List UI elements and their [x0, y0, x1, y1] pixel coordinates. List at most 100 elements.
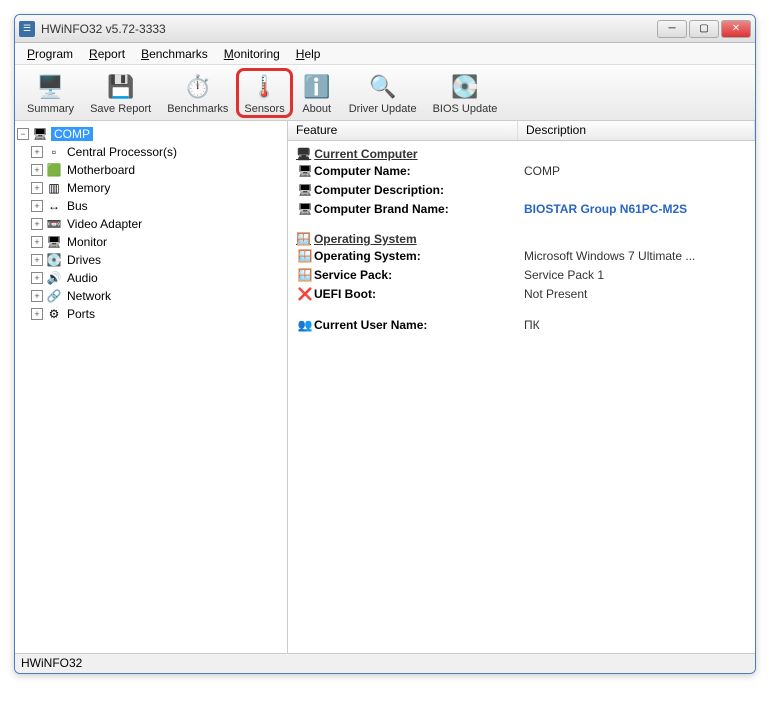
driver-update-button[interactable]: Driver Update	[341, 68, 425, 118]
tree-item-label: Ports	[65, 307, 97, 321]
tree-item-icon: 🖥	[46, 235, 62, 249]
summary-label: Summary	[27, 103, 74, 115]
info-row[interactable]: 🖥Computer Description:	[296, 180, 747, 199]
app-icon	[19, 21, 35, 37]
feature-name: Operating System:	[314, 249, 524, 263]
menu-benchmarks[interactable]: Benchmarks	[133, 45, 216, 63]
expand-icon[interactable]: +	[31, 164, 43, 176]
row-icon: 🪟	[296, 249, 314, 263]
tree-item-memory[interactable]: +▥Memory	[31, 179, 285, 197]
collapse-icon[interactable]: −	[17, 128, 29, 140]
info-row[interactable]: 🖥Computer Brand Name:BIOSTAR Group N61PC…	[296, 199, 747, 218]
tree-item-bus[interactable]: +↔Bus	[31, 197, 285, 215]
row-icon: 🖥	[296, 202, 314, 216]
menu-program[interactable]: Program	[19, 45, 81, 63]
tree-item-monitor[interactable]: +🖥Monitor	[31, 233, 285, 251]
info-row[interactable]: 🖥Computer Name:COMP	[296, 161, 747, 180]
info-row[interactable]: ❌UEFI Boot:Not Present	[296, 284, 747, 303]
tree-item-icon: ↔	[46, 199, 62, 213]
maximize-button[interactable]: ▢	[689, 20, 719, 38]
feature-value: COMP	[524, 164, 747, 178]
tree-item-label: Central Processor(s)	[65, 145, 179, 159]
feature-name: Computer Name:	[314, 164, 524, 178]
expand-icon[interactable]: +	[31, 236, 43, 248]
tree-item-icon: 🔗	[46, 289, 62, 303]
tree-root-comp[interactable]: − 🖥 COMP	[17, 125, 285, 143]
tree-item-central-processor-s-[interactable]: +▫Central Processor(s)	[31, 143, 285, 161]
tree-item-icon: 💽	[46, 253, 62, 267]
feature-name: Computer Brand Name:	[314, 202, 524, 216]
about-button[interactable]: About	[293, 68, 341, 118]
tree-item-video-adapter[interactable]: +📼Video Adapter	[31, 215, 285, 233]
window-buttons: ─ ▢ ✕	[657, 20, 751, 38]
save-report-label: Save Report	[90, 103, 151, 115]
tree-item-label: Motherboard	[65, 163, 137, 177]
expand-icon[interactable]: +	[31, 308, 43, 320]
tree-item-audio[interactable]: +🔊Audio	[31, 269, 285, 287]
benchmarks-button[interactable]: Benchmarks	[159, 68, 236, 118]
menu-help[interactable]: Help	[288, 45, 329, 63]
bios-update-label: BIOS Update	[433, 103, 498, 115]
window-title: HWiNFO32 v5.72-3333	[41, 22, 657, 36]
sensors-button[interactable]: Sensors	[236, 68, 292, 118]
minimize-button[interactable]: ─	[657, 20, 687, 38]
tree-item-label: Video Adapter	[65, 217, 144, 231]
expand-icon[interactable]: +	[31, 290, 43, 302]
feature-name: Computer Description:	[314, 183, 524, 197]
tree-item-network[interactable]: +🔗Network	[31, 287, 285, 305]
tree-item-label: Memory	[65, 181, 112, 195]
section-operating-system: 🪟 Operating System	[296, 232, 747, 246]
monitor-icon	[35, 71, 67, 103]
details-content: 🖥 Current Computer 🖥Computer Name:COMP🖥C…	[288, 141, 755, 653]
statusbar-text: HWiNFO32	[21, 656, 82, 670]
info-row[interactable]: 👥Current User Name:ПК	[296, 315, 747, 334]
feature-value: Service Pack 1	[524, 268, 747, 282]
feature-name: Service Pack:	[314, 268, 524, 282]
col-description[interactable]: Description	[518, 121, 755, 140]
col-feature[interactable]: Feature	[288, 121, 518, 140]
feature-value: Not Present	[524, 287, 747, 301]
body-area: − 🖥 COMP +▫Central Processor(s)+🟩Motherb…	[15, 121, 755, 653]
feature-value: Microsoft Windows 7 Ultimate ...	[524, 249, 747, 263]
tree-item-icon: ▫	[46, 145, 62, 159]
close-button[interactable]: ✕	[721, 20, 751, 38]
toolbar: Summary Save Report Benchmarks Sensors A…	[15, 65, 755, 121]
summary-button[interactable]: Summary	[19, 68, 82, 118]
app-window: HWiNFO32 v5.72-3333 ─ ▢ ✕ Program Report…	[14, 14, 756, 674]
expand-icon[interactable]: +	[31, 200, 43, 212]
bios-update-button[interactable]: BIOS Update	[425, 68, 506, 118]
tree-item-ports[interactable]: +⚙Ports	[31, 305, 285, 323]
tree-panel: − 🖥 COMP +▫Central Processor(s)+🟩Motherb…	[15, 121, 288, 653]
chip-icon	[449, 71, 481, 103]
expand-icon[interactable]: +	[31, 254, 43, 266]
tree-item-label: Network	[65, 289, 113, 303]
tree-root-label: COMP	[51, 127, 93, 141]
tree-item-icon: ⚙	[46, 307, 62, 321]
tree-item-drives[interactable]: +💽Drives	[31, 251, 285, 269]
os-icon: 🪟	[296, 232, 311, 246]
save-report-button[interactable]: Save Report	[82, 68, 159, 118]
about-label: About	[302, 103, 331, 115]
sensors-label: Sensors	[244, 103, 284, 115]
menu-report[interactable]: Report	[81, 45, 133, 63]
details-panel: Feature Description 🖥 Current Computer 🖥…	[288, 121, 755, 653]
feature-value: ПК	[524, 318, 747, 332]
save-icon	[105, 71, 137, 103]
tree-item-label: Bus	[65, 199, 90, 213]
expand-icon[interactable]: +	[31, 272, 43, 284]
section-current-computer: 🖥 Current Computer	[296, 147, 747, 161]
feature-value: BIOSTAR Group N61PC-M2S	[524, 202, 747, 216]
magnify-icon	[367, 71, 399, 103]
info-row[interactable]: 🪟Service Pack:Service Pack 1	[296, 265, 747, 284]
row-icon: 🖥	[296, 183, 314, 197]
info-row[interactable]: 🪟Operating System:Microsoft Windows 7 Ul…	[296, 246, 747, 265]
menu-monitoring[interactable]: Monitoring	[216, 45, 288, 63]
expand-icon[interactable]: +	[31, 218, 43, 230]
expand-icon[interactable]: +	[31, 146, 43, 158]
thermometer-icon	[249, 71, 281, 103]
expand-icon[interactable]: +	[31, 182, 43, 194]
info-icon	[301, 71, 333, 103]
tree-item-motherboard[interactable]: +🟩Motherboard	[31, 161, 285, 179]
tree-item-icon: ▥	[46, 181, 62, 195]
tree-item-icon: 🔊	[46, 271, 62, 285]
